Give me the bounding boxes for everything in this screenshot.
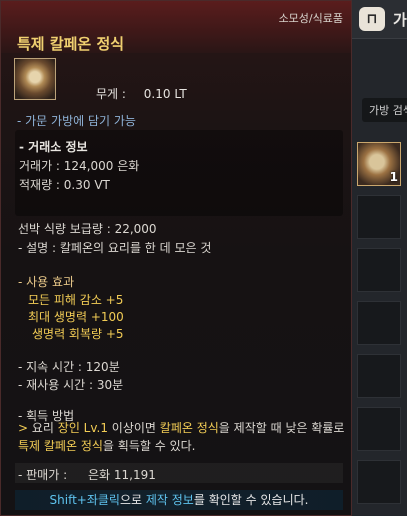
- obtain-text: 이상이면: [107, 421, 160, 435]
- crafting-info-hint: Shift+좌클릭으로 제작 정보를 확인할 수 있습니다.: [15, 490, 343, 510]
- item-weight: 무게 : 0.10 LT: [96, 85, 187, 102]
- item-category: 소모성/식료품: [278, 12, 343, 25]
- inventory-slot[interactable]: [357, 195, 401, 239]
- reuse-time: - 재사용 시간 : 30분: [18, 378, 124, 392]
- obtain-text: 을 획득할 수 있다.: [102, 439, 196, 453]
- effect-line: 모든 피해 감소 +5: [28, 293, 124, 307]
- family-bag-note: - 가문 가방에 담기 가능: [17, 114, 136, 128]
- obtain-text: 을 제작할 때 낮은 확률로: [218, 421, 345, 435]
- weight-label: 무게 :: [96, 87, 126, 101]
- market-load: 적재량 : 0.30 VT: [19, 178, 110, 192]
- market-price: 거래가 : 124,000 은화: [19, 159, 140, 173]
- hint-key: Shift+좌클릭: [49, 493, 120, 507]
- inventory-title: 가: [393, 11, 407, 29]
- sell-price-label: - 판매가 :: [18, 468, 68, 482]
- obtain-description: > 요리 장인 Lv.1 이상이면 칼페온 정식을 제작할 때 낮은 확률로 특…: [18, 419, 346, 455]
- item-description: - 설명 : 칼페온의 요리를 한 데 모은 것: [18, 241, 212, 255]
- slot-count: 1: [389, 170, 398, 184]
- hint-target: 제작 정보: [145, 493, 194, 507]
- item-tooltip: 소모성/식료품 특제 칼페온 정식 무게 : 0.10 LT - 가문 가방에 …: [0, 0, 352, 516]
- inventory-slot[interactable]: [357, 460, 401, 504]
- effect-line: 생명력 회복량 +5: [32, 327, 124, 341]
- sell-price-value: 은화 11,191: [88, 468, 156, 482]
- obtain-item: 칼페온 정식: [159, 421, 219, 435]
- inventory-slot[interactable]: [357, 301, 401, 345]
- obtain-skill: 장인 Lv.1: [57, 421, 108, 435]
- hint-text: 를 확인할 수 있습니다.: [193, 493, 309, 507]
- sell-price-row: - 판매가 : 은화 11,191: [15, 463, 343, 483]
- inventory-slot-item[interactable]: 1: [357, 142, 401, 186]
- item-thumbnail: [14, 58, 56, 100]
- inventory-slot[interactable]: [357, 248, 401, 292]
- effect-line: 최대 생명력 +100: [28, 310, 124, 324]
- inventory-panel: ⊓ 가 가방 검색 1: [352, 0, 407, 516]
- market-header: - 거래소 정보: [19, 140, 88, 154]
- effect-duration: - 지속 시간 : 120분: [18, 360, 120, 374]
- market-info: - 거래소 정보 거래가 : 124,000 은화 적재량 : 0.30 VT: [15, 130, 343, 216]
- obtain-text: 요리: [28, 421, 58, 435]
- obtain-arrow: >: [18, 421, 29, 435]
- inventory-slot[interactable]: [357, 354, 401, 398]
- item-name: 특제 칼페온 정식: [17, 35, 125, 53]
- bag-icon[interactable]: ⊓: [359, 7, 385, 31]
- bag-search-label: 가방 검색: [369, 104, 407, 117]
- bag-search-button[interactable]: 가방 검색: [362, 98, 407, 122]
- inventory-header: ⊓ 가: [352, 0, 407, 39]
- effects-header: - 사용 효과: [18, 275, 75, 289]
- weight-value: 0.10 LT: [143, 87, 187, 101]
- inventory-slot[interactable]: [357, 407, 401, 451]
- ship-food-supply: 선박 식량 보급량 : 22,000: [18, 222, 157, 236]
- hint-text: 으로: [119, 493, 146, 507]
- obtain-item-special: 특제 칼페온 정식: [18, 439, 103, 453]
